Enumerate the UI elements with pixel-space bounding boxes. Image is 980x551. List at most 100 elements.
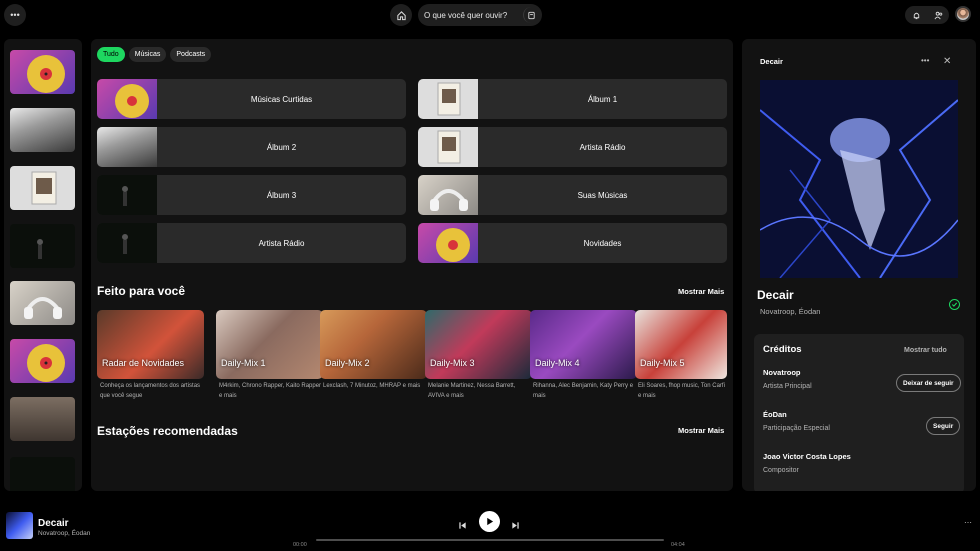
shortcut-card[interactable]: Artista Rádio: [97, 223, 406, 263]
follow-button[interactable]: Seguir: [926, 417, 961, 435]
saved-check-button[interactable]: [949, 299, 960, 310]
shortcut-card[interactable]: Artista Rádio: [418, 127, 727, 167]
track-artists[interactable]: Novatroop, Éodan: [760, 307, 820, 316]
menu-button[interactable]: •••: [4, 4, 26, 26]
show-more-stations[interactable]: Mostrar Mais: [678, 426, 724, 435]
library-item[interactable]: [10, 397, 75, 441]
shortcut-label: Álbum 1: [587, 94, 618, 104]
player-title[interactable]: Decair: [38, 518, 69, 529]
library-item[interactable]: [10, 339, 75, 383]
more-horizontal-icon: •••: [921, 56, 930, 65]
notifications-button[interactable]: [905, 6, 927, 24]
credits-show-all[interactable]: Mostrar tudo: [904, 347, 947, 354]
search-placeholder: O que você quer ouvir?: [424, 10, 508, 20]
mix-title: Daily-Mix 5: [640, 358, 685, 368]
mix-desc: M4rkim, Chrono Rapper, Kaito Rapper e ma…: [219, 383, 322, 399]
mix-card[interactable]: Daily-Mix 5 Eli Soares, fhop music, Ton …: [635, 310, 727, 401]
shortcut-card[interactable]: Álbum 2: [97, 127, 406, 167]
library-item[interactable]: [10, 281, 75, 325]
vinyl-art: [27, 344, 65, 382]
shortcut-label: Músicas Curtidas: [250, 94, 313, 104]
mix-card[interactable]: Daily-Mix 3 Melanie Martinez, Nessa Barr…: [425, 310, 532, 401]
more-horizontal-icon: •••: [10, 10, 20, 20]
album-cover: [760, 80, 958, 278]
player-more-button[interactable]: ⋯: [964, 518, 972, 527]
home-button[interactable]: [390, 4, 412, 26]
mix-art: Daily-Mix 2: [320, 310, 427, 379]
mix-title: Radar de Novidades: [102, 358, 185, 368]
shortcut-card[interactable]: Álbum 3: [97, 175, 406, 215]
credit-name[interactable]: Novatroop: [763, 368, 801, 377]
headphones-art: [418, 175, 478, 215]
mix-desc: Melanie Martinez, Nessa Barrett, AVIVA e…: [428, 383, 516, 399]
library-item[interactable]: [10, 457, 75, 491]
next-button[interactable]: [511, 517, 520, 535]
play-icon: [487, 517, 494, 526]
filter-chip-tudo[interactable]: Tudo: [97, 47, 125, 62]
mix-card[interactable]: Daily-Mix 1 M4rkim, Chrono Rapper, Kaito…: [216, 310, 323, 401]
friends-button[interactable]: [927, 6, 949, 24]
shortcut-card[interactable]: Álbum 1: [418, 79, 727, 119]
shortcut-card[interactable]: Músicas Curtidas: [97, 79, 406, 119]
library-item[interactable]: [10, 166, 75, 210]
vinyl-art: [27, 55, 65, 93]
filter-chips: Tudo Músicas Podcasts: [97, 47, 212, 62]
section-title-stations: Estações recomendadas: [97, 424, 238, 438]
play-button[interactable]: [479, 511, 500, 532]
now-playing-panel: Decair ••• ✕ Decair Novatroop, Éodan Cré…: [742, 39, 976, 491]
duration-time: 04:04: [671, 542, 685, 548]
avatar[interactable]: [955, 6, 971, 22]
mix-art: Daily-Mix 5: [635, 310, 727, 379]
mix-desc: Conheça os lançamentos dos artistas que …: [100, 383, 201, 399]
player-artists[interactable]: Novatroop, Éodan: [38, 530, 90, 537]
record-art: [418, 79, 478, 119]
mix-art: Radar de Novidades: [97, 310, 204, 379]
mix-title: Daily-Mix 4: [535, 358, 580, 368]
search-input[interactable]: O que você quer ouvir?: [418, 4, 542, 26]
now-playing-header: Decair: [760, 57, 783, 66]
library-item[interactable]: [10, 50, 75, 94]
skip-forward-icon: [512, 522, 519, 529]
dark-art: [37, 239, 43, 259]
credit-name[interactable]: Joao Victor Costa Lopes: [763, 452, 851, 461]
mix-art: Daily-Mix 1: [216, 310, 323, 379]
record-art: [418, 127, 478, 167]
mix-card[interactable]: Radar de Novidades Conheça os lançamento…: [97, 310, 204, 401]
headphones-art: [24, 297, 62, 319]
mix-card[interactable]: Daily-Mix 2 Lexclash, 7 Minutoz, MHRAP e…: [320, 310, 427, 392]
record-art: [31, 171, 57, 205]
vinyl-art: [97, 79, 157, 119]
browse-button[interactable]: [523, 7, 539, 23]
library-item[interactable]: [10, 224, 75, 268]
shortcut-card[interactable]: Suas Músicas: [418, 175, 727, 215]
top-actions: [905, 6, 949, 24]
filter-chip-musicas[interactable]: Músicas: [128, 47, 167, 62]
mix-desc: Rihanna, Alec Benjamin, Katy Perry e mai…: [533, 383, 634, 399]
elapsed-time: 00:00: [293, 542, 307, 548]
shortcut-card[interactable]: Novidades: [418, 223, 727, 263]
progress-bar[interactable]: [316, 539, 664, 541]
top-bar: ••• O que você quer ouvir?: [0, 0, 980, 32]
now-playing-thumb[interactable]: [6, 512, 33, 539]
close-panel-button[interactable]: ✕: [943, 56, 951, 67]
shortcut-label: Álbum 2: [266, 142, 297, 152]
mix-card[interactable]: Daily-Mix 4 Rihanna, Alec Benjamin, Katy…: [530, 310, 637, 401]
browse-icon: [528, 11, 535, 19]
unfollow-button[interactable]: Deixar de seguir: [896, 374, 961, 392]
mix-title: Daily-Mix 3: [430, 358, 475, 368]
filter-chip-podcasts[interactable]: Podcasts: [170, 47, 212, 62]
mix-title: Daily-Mix 1: [221, 358, 266, 368]
previous-button[interactable]: [458, 517, 467, 535]
shortcut-label: Suas Músicas: [577, 190, 628, 200]
library-item[interactable]: [10, 108, 75, 152]
credit-role: Participação Especial: [763, 425, 830, 432]
more-horizontal-icon: ⋯: [964, 518, 972, 527]
home-feed: Tudo Músicas Podcasts Músicas Curtidas Á…: [91, 39, 733, 491]
section-title-made-for-you: Feito para você: [97, 284, 186, 298]
show-more-made-for-you[interactable]: Mostrar Mais: [678, 287, 724, 296]
shortcut-label: Artista Rádio: [579, 142, 626, 152]
credit-name[interactable]: ÉoDan: [763, 410, 787, 419]
shortcut-label: Álbum 3: [266, 190, 297, 200]
more-options-button[interactable]: •••: [921, 56, 929, 65]
bell-icon: [913, 12, 919, 19]
